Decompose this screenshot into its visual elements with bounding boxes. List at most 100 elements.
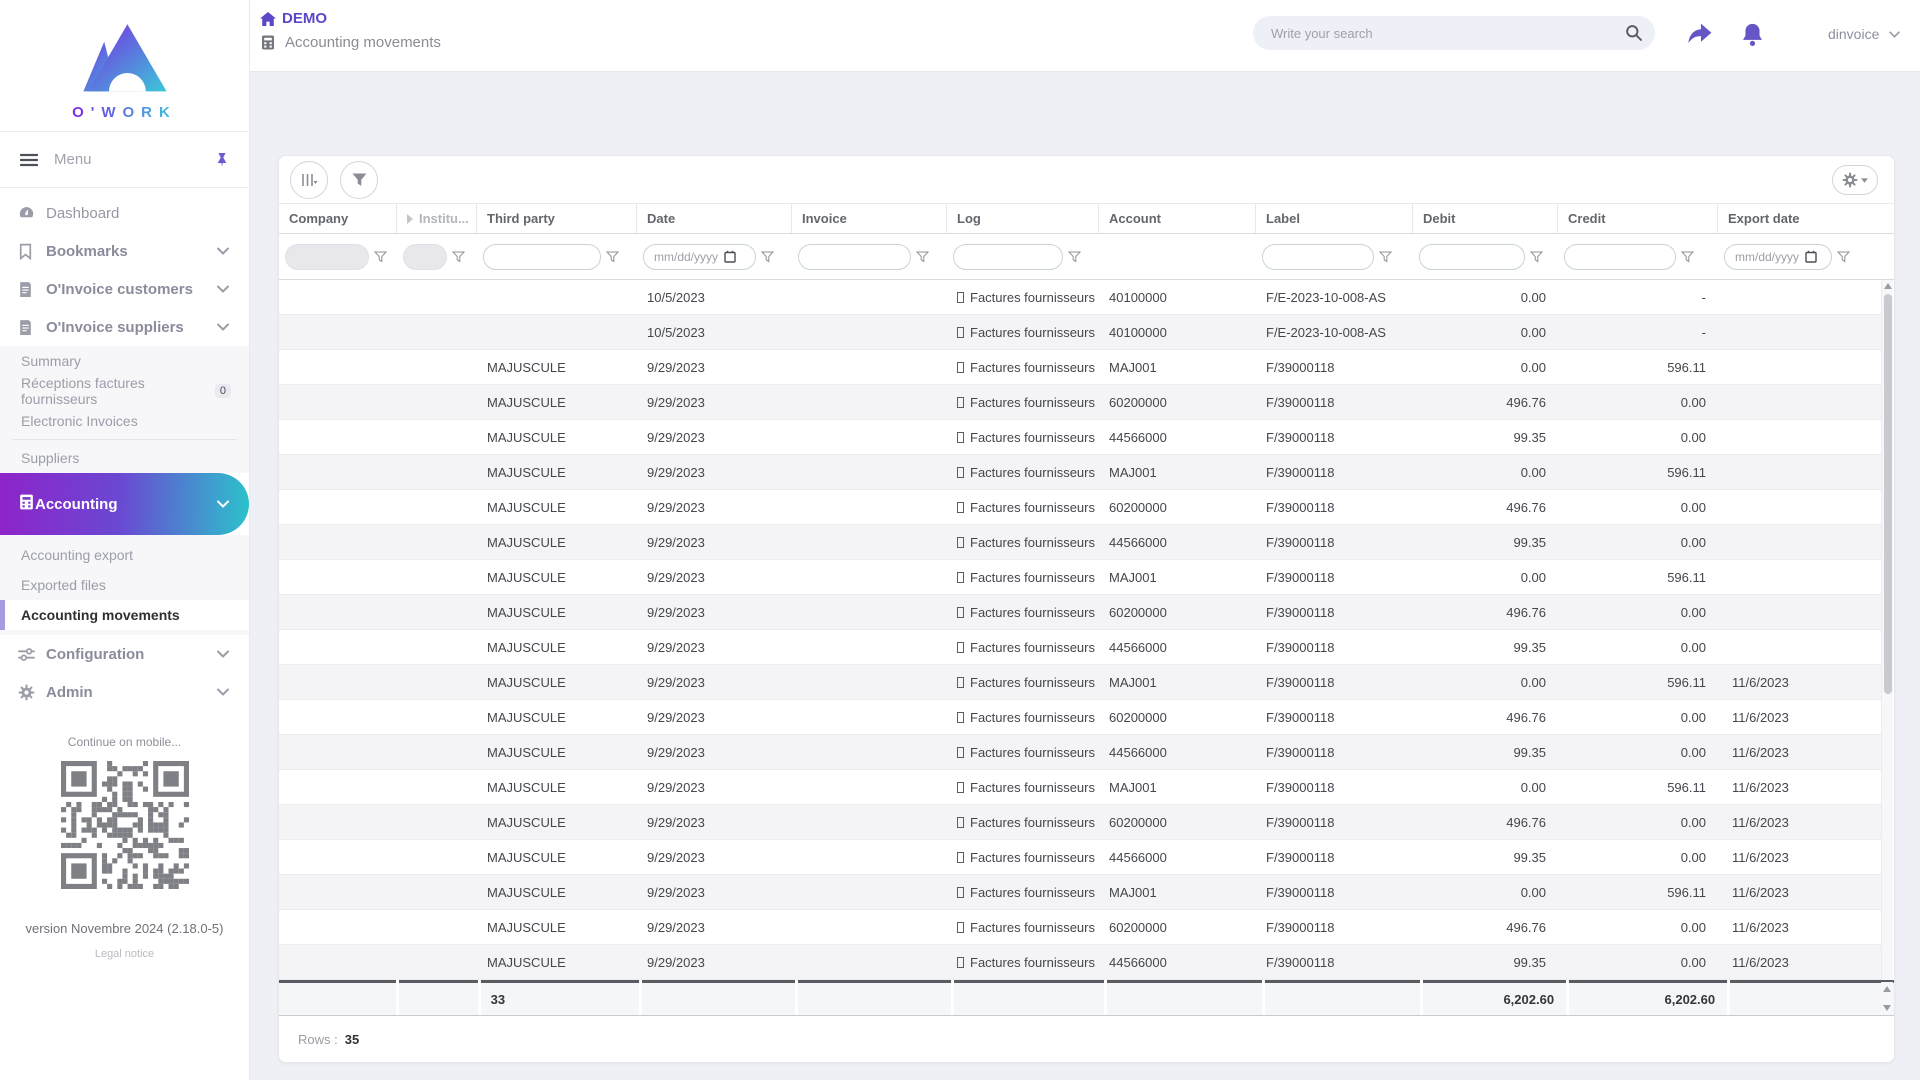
cell-date: 9/29/2023 — [647, 849, 705, 865]
missing-glyph-icon — [957, 851, 964, 863]
table-row[interactable]: 10/5/2023 Factures fournisseurs 40100000… — [279, 280, 1884, 315]
sidebar-item-summary[interactable]: Summary — [0, 346, 249, 376]
sidebar-item-accounting-export[interactable]: Accounting export — [0, 540, 249, 570]
sidebar-item-dashboard[interactable]: Dashboard — [0, 194, 249, 232]
scrollbar-thumb[interactable] — [1884, 294, 1892, 694]
invoice-filter-input[interactable] — [798, 243, 911, 270]
sidebar-item-receptions[interactable]: Réceptions factures fournisseurs 0 — [0, 375, 249, 407]
expand-column-icon[interactable] — [407, 213, 413, 224]
table-row[interactable]: MAJUSCULE 9/29/2023 Factures fournisseur… — [279, 840, 1884, 875]
table-row[interactable]: 10/5/2023 Factures fournisseurs 40100000… — [279, 315, 1884, 350]
funnel-icon[interactable] — [452, 251, 465, 263]
table-settings-button[interactable] — [1832, 165, 1878, 195]
pin-sidebar-icon[interactable] — [215, 152, 229, 167]
sidebar-item-oinvoice-customers[interactable]: O'Invoice customers — [0, 270, 249, 308]
document-icon — [18, 281, 35, 298]
date-filter-input[interactable]: mm/dd/yyyy — [643, 243, 756, 270]
table-row[interactable]: MAJUSCULE 9/29/2023 Factures fournisseur… — [279, 735, 1884, 770]
funnel-icon[interactable] — [1379, 251, 1392, 263]
column-header-export-date[interactable]: Export date — [1718, 204, 1884, 233]
log-filter-input[interactable] — [953, 243, 1063, 270]
share-icon[interactable] — [1687, 22, 1713, 46]
column-header-third-party[interactable]: Third party — [477, 204, 637, 233]
cell-log: Factures fournisseurs — [947, 710, 1099, 725]
search-icon[interactable] — [1625, 24, 1643, 42]
sidebar-item-suppliers[interactable]: Suppliers — [0, 443, 249, 473]
scroll-down-arrow-icon[interactable] — [1883, 1005, 1891, 1011]
cell-account: MAJ001 — [1109, 569, 1157, 585]
user-menu[interactable]: dinvoice — [1828, 26, 1901, 42]
sidebar-item-electronic-invoices[interactable]: Electronic Invoices — [0, 406, 249, 436]
notifications-bell-icon[interactable] — [1740, 22, 1765, 48]
table-row[interactable]: MAJUSCULE 9/29/2023 Factures fournisseur… — [279, 490, 1884, 525]
column-header-debit[interactable]: Debit — [1413, 204, 1558, 233]
credit-filter-input[interactable] — [1564, 243, 1676, 270]
table-row[interactable]: MAJUSCULE 9/29/2023 Factures fournisseur… — [279, 700, 1884, 735]
sub-item-label: Accounting export — [21, 547, 134, 563]
vertical-scrollbar[interactable] — [1881, 280, 1893, 980]
cell-export-date: 11/6/2023 — [1732, 814, 1789, 830]
funnel-icon[interactable] — [761, 251, 774, 263]
column-header-account[interactable]: Account — [1099, 204, 1256, 233]
funnel-icon[interactable] — [1530, 251, 1543, 263]
menu-toggle[interactable]: Menu — [0, 132, 249, 187]
column-header-company[interactable]: Company — [279, 204, 397, 233]
label-filter-input[interactable] — [1262, 243, 1374, 270]
table-row[interactable]: MAJUSCULE 9/29/2023 Factures fournisseur… — [279, 350, 1884, 385]
scroll-up-arrow-icon[interactable] — [1883, 986, 1891, 992]
funnel-icon[interactable] — [374, 251, 387, 263]
sidebar-item-configuration[interactable]: Configuration — [0, 635, 249, 673]
table-row[interactable]: MAJUSCULE 9/29/2023 Factures fournisseur… — [279, 385, 1884, 420]
sidebar-item-admin[interactable]: Admin — [0, 673, 249, 711]
totals-mini-scrollbar[interactable] — [1881, 982, 1893, 1015]
sidebar-item-accounting-movements[interactable]: Accounting movements — [0, 600, 249, 630]
sub-item-label: Suppliers — [21, 450, 80, 466]
cell-date: 9/29/2023 — [647, 674, 705, 690]
legal-notice-link[interactable]: Legal notice — [0, 948, 249, 960]
table-row[interactable]: MAJUSCULE 9/29/2023 Factures fournisseur… — [279, 945, 1884, 980]
column-header-log[interactable]: Log — [947, 204, 1099, 233]
funnel-icon[interactable] — [916, 251, 929, 263]
table-row[interactable]: MAJUSCULE 9/29/2023 Factures fournisseur… — [279, 805, 1884, 840]
table-row[interactable]: MAJUSCULE 9/29/2023 Factures fournisseur… — [279, 875, 1884, 910]
cell-third-party: MAJUSCULE — [487, 534, 566, 550]
column-chooser-button[interactable] — [290, 161, 328, 199]
table-row[interactable]: MAJUSCULE 9/29/2023 Factures fournisseur… — [279, 560, 1884, 595]
sidebar-item-accounting[interactable]: Accounting — [0, 473, 249, 535]
column-header-credit[interactable]: Credit — [1558, 204, 1718, 233]
funnel-icon[interactable] — [1681, 251, 1694, 263]
table-row[interactable]: MAJUSCULE 9/29/2023 Factures fournisseur… — [279, 665, 1884, 700]
funnel-icon[interactable] — [1068, 251, 1081, 263]
cell-third-party: MAJUSCULE — [487, 674, 566, 690]
table-row[interactable]: MAJUSCULE 9/29/2023 Factures fournisseur… — [279, 525, 1884, 560]
cell-third-party: MAJUSCULE — [487, 919, 566, 935]
column-header-invoice[interactable]: Invoice — [792, 204, 947, 233]
table-row[interactable]: MAJUSCULE 9/29/2023 Factures fournisseur… — [279, 630, 1884, 665]
table-row[interactable]: MAJUSCULE 9/29/2023 Factures fournisseur… — [279, 420, 1884, 455]
funnel-icon[interactable] — [606, 251, 619, 263]
search-input[interactable] — [1271, 25, 1625, 41]
cell-log: Factures fournisseurs — [947, 430, 1099, 445]
table-row[interactable]: MAJUSCULE 9/29/2023 Factures fournisseur… — [279, 595, 1884, 630]
sidebar-item-exported-files[interactable]: Exported files — [0, 570, 249, 600]
cell-label: F/39000118 — [1266, 919, 1335, 935]
export-date-filter-input[interactable]: mm/dd/yyyy — [1724, 243, 1832, 270]
sub-item-label: Electronic Invoices — [21, 413, 138, 429]
filter-button[interactable] — [340, 161, 378, 199]
debit-filter-input[interactable] — [1419, 243, 1525, 270]
column-header-institution[interactable]: Institu... — [397, 204, 477, 233]
table-row[interactable]: MAJUSCULE 9/29/2023 Factures fournisseur… — [279, 910, 1884, 945]
funnel-icon[interactable] — [1837, 251, 1850, 263]
scroll-up-arrow-icon[interactable] — [1884, 283, 1892, 289]
table-row[interactable]: MAJUSCULE 9/29/2023 Factures fournisseur… — [279, 770, 1884, 805]
cell-credit: 0.00 — [1680, 849, 1706, 865]
search-bar[interactable] — [1253, 16, 1655, 50]
third-party-filter-input[interactable] — [483, 243, 601, 270]
table-row[interactable]: MAJUSCULE 9/29/2023 Factures fournisseur… — [279, 455, 1884, 490]
column-header-label[interactable]: Label — [1256, 204, 1413, 233]
column-header-date[interactable]: Date — [637, 204, 792, 233]
sidebar-item-bookmarks[interactable]: Bookmarks — [0, 232, 249, 270]
sidebar-item-oinvoice-suppliers[interactable]: O'Invoice suppliers — [0, 308, 249, 346]
breadcrumb-home[interactable]: DEMO — [260, 10, 441, 27]
cell-debit: 99.35 — [1513, 534, 1546, 550]
